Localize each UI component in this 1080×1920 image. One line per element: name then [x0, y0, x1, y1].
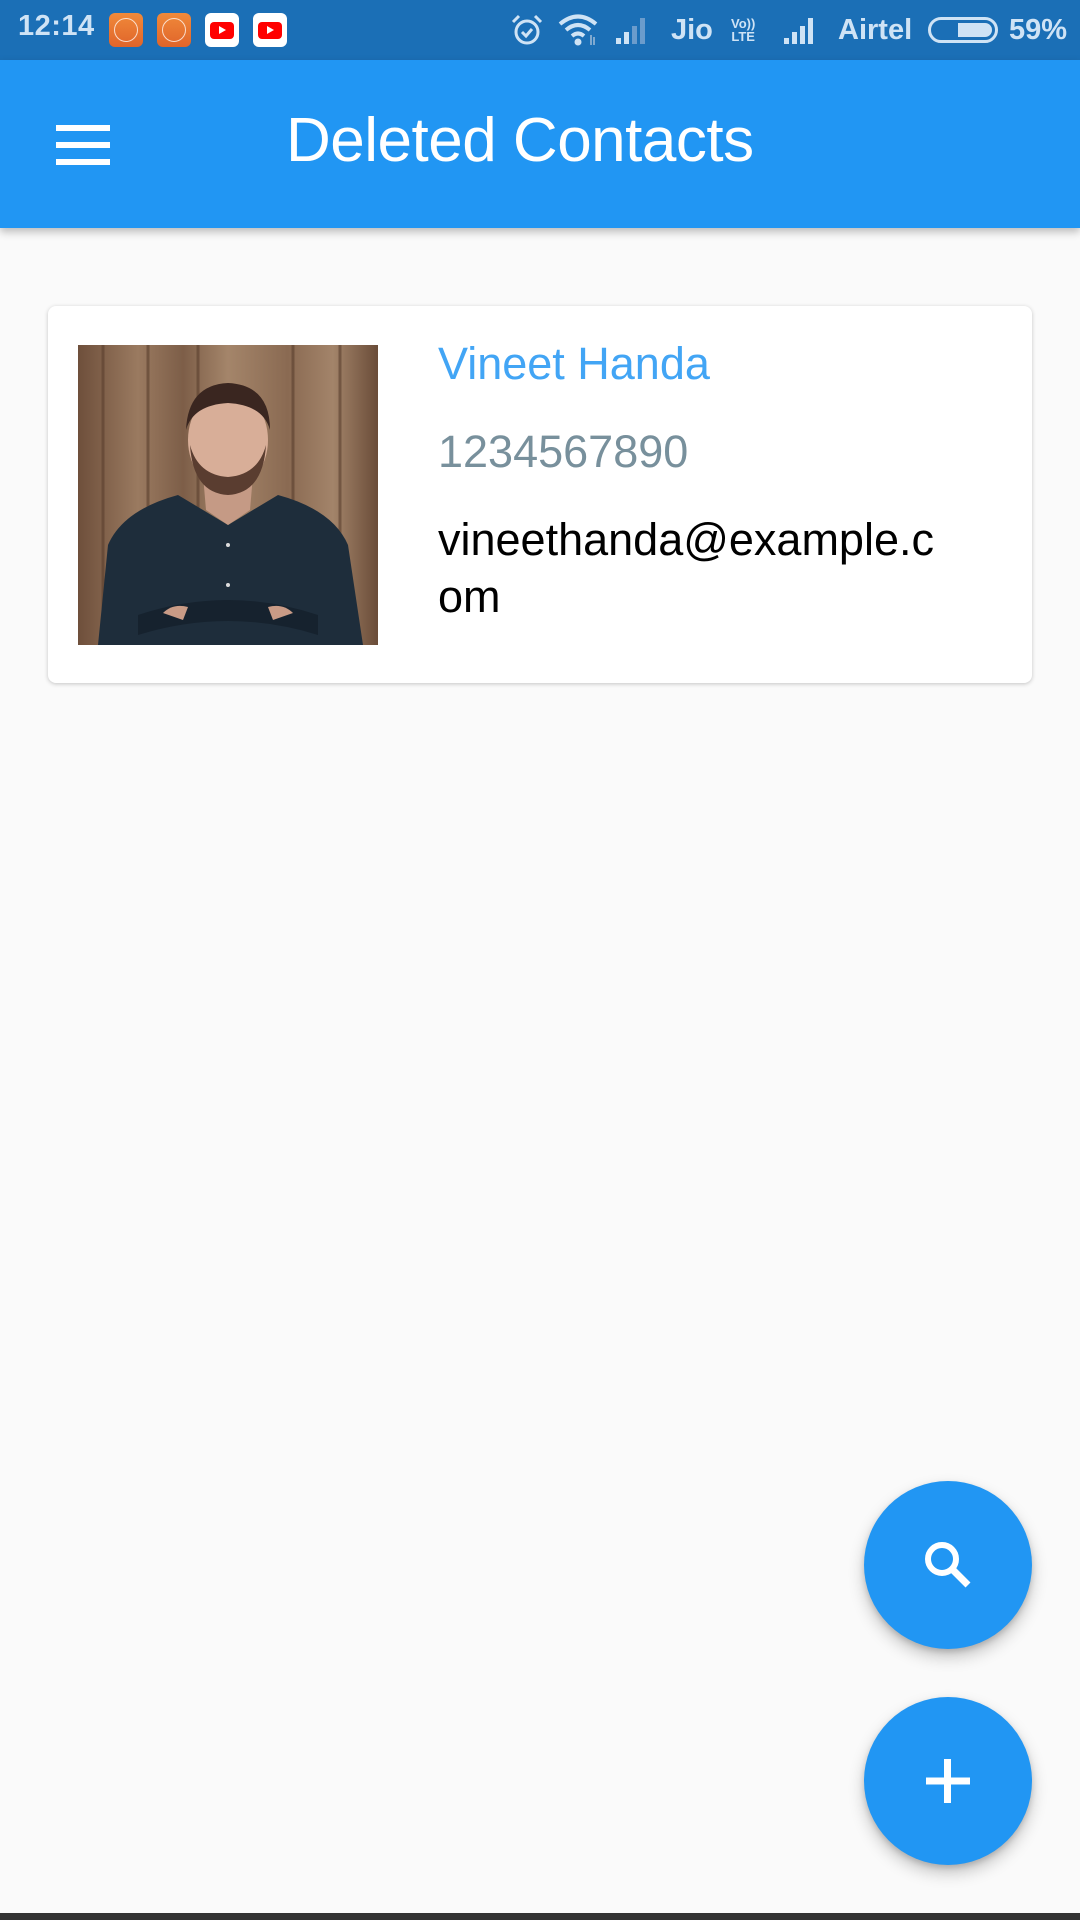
page-title: Deleted Contacts — [286, 106, 754, 175]
screen-recorder-icon — [109, 13, 143, 47]
volte-icon: Vo)) LTE — [731, 0, 755, 60]
screen: 12:14 Jio Vo)) LTE Airtel 59% Deleted Co… — [0, 0, 1080, 1920]
status-time: 12:14 — [18, 10, 95, 42]
status-bar: 12:14 Jio Vo)) LTE Airtel 59% — [0, 0, 1080, 60]
battery-icon — [928, 0, 998, 60]
contact-photo — [78, 345, 378, 645]
add-contact-fab-button[interactable] — [864, 1697, 1032, 1865]
signal-strength-icon — [616, 0, 652, 60]
contact-phone: 1234567890 — [438, 426, 689, 477]
search-fab-button[interactable] — [864, 1481, 1032, 1649]
signal-strength-icon — [784, 0, 820, 60]
wifi-icon — [558, 0, 600, 60]
hamburger-menu-icon[interactable] — [40, 110, 130, 180]
app-bar: Deleted Contacts — [0, 60, 1080, 228]
screen-recorder-icon — [157, 13, 191, 47]
contact-card[interactable]: Vineet Handa 1234567890 vineethanda@exam… — [48, 306, 1032, 683]
search-icon — [925, 1542, 971, 1588]
alarm-icon — [510, 0, 544, 60]
plus-icon — [926, 1759, 970, 1803]
youtube-icon — [205, 13, 239, 47]
contact-name: Vineet Handa — [438, 338, 710, 389]
navigation-bar-edge — [0, 1913, 1080, 1920]
battery-level-fill — [957, 23, 992, 37]
youtube-icon — [253, 13, 287, 47]
contact-email: vineethanda@example.com — [438, 514, 934, 622]
carrier-2-label: Airtel — [838, 13, 913, 46]
carrier-1-label: Jio — [671, 13, 713, 46]
volte-bottom-label: LTE — [731, 29, 755, 44]
battery-percent: 59% — [1009, 13, 1068, 46]
